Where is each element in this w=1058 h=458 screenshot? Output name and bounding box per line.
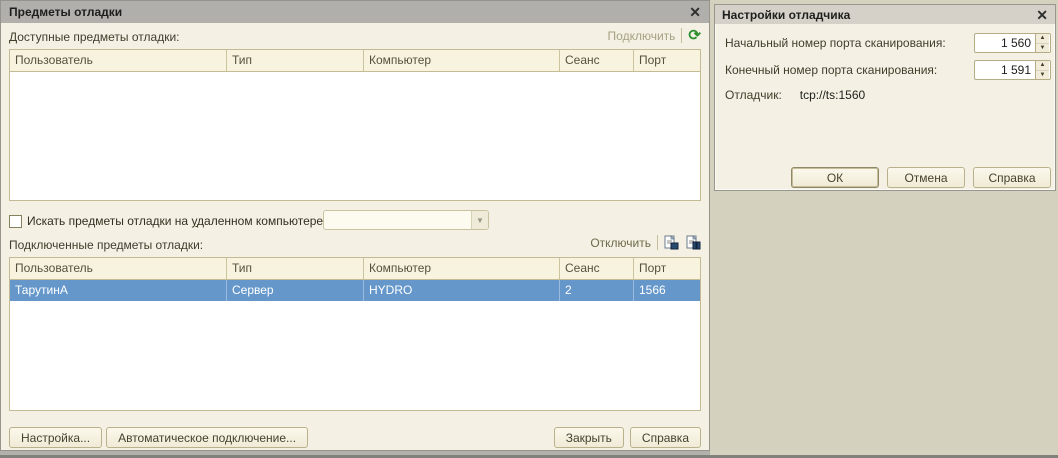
remote-label-pre: Искать предметы отладки на <box>27 214 191 228</box>
column-header-port: Порт <box>634 50 700 71</box>
close-button[interactable]: Закрыть <box>554 427 624 448</box>
start-port-spinner: ▲ ▼ <box>974 33 1051 53</box>
end-port-row: Конечный номер порта сканирования: ▲ ▼ <box>725 60 1051 80</box>
column-header-type: Тип <box>227 258 364 279</box>
debug-items-client-area: Доступные предметы отладки: Подключить ⟳… <box>1 23 709 450</box>
dialog-button-row: ОК Отмена Справка <box>791 167 1051 188</box>
dialog-title: Настройки отладчика <box>722 8 850 22</box>
dialog-client-area: Начальный номер порта сканирования: ▲ ▼ … <box>715 24 1055 188</box>
debug-items-titlebar: Предметы отладки ✕ <box>1 1 709 23</box>
connected-items-table: Пользователь Тип Компьютер Сеанс Порт Та… <box>9 257 701 411</box>
cell-user: ТарутинА <box>10 280 227 301</box>
toolbar-separator <box>657 235 658 250</box>
help-button[interactable]: Справка <box>973 167 1051 188</box>
end-port-label: Конечный номер порта сканирования: <box>725 63 937 77</box>
toolbar-separator <box>681 28 682 43</box>
start-port-label: Начальный номер порта сканирования: <box>725 36 946 50</box>
close-icon[interactable]: ✕ <box>1036 8 1048 22</box>
available-table-header: Пользователь Тип Компьютер Сеанс Порт <box>10 50 700 72</box>
debugger-settings-dialog: Настройки отладчика ✕ Начальный номер по… <box>714 4 1056 191</box>
start-port-input[interactable] <box>975 34 1035 52</box>
settings-button[interactable]: Настройка... <box>9 427 102 448</box>
toolbar-icons <box>664 235 701 250</box>
connected-table-header: Пользователь Тип Компьютер Сеанс Порт <box>10 258 700 280</box>
refresh-icon[interactable]: ⟳ <box>688 28 701 43</box>
document-icon[interactable] <box>664 235 679 250</box>
auto-connect-button[interactable]: Автоматическое подключение... <box>106 427 308 448</box>
spin-down-icon[interactable]: ▼ <box>1036 71 1049 80</box>
remote-search-label: Искать предметы отладки на удаленном ком… <box>27 214 326 228</box>
column-header-computer: Компьютер <box>364 50 560 71</box>
column-header-session: Сеанс <box>560 50 634 71</box>
table-row[interactable]: ТарутинА Сервер HYDRO 2 1566 <box>10 280 700 301</box>
cancel-button[interactable]: Отмена <box>887 167 965 188</box>
connected-items-label: Подключенные предметы отладки: <box>9 238 203 252</box>
available-items-table: Пользователь Тип Компьютер Сеанс Порт <box>9 49 701 201</box>
column-header-user: Пользователь <box>10 258 227 279</box>
end-port-stepper: ▲ ▼ <box>1035 61 1049 79</box>
spin-down-icon[interactable]: ▼ <box>1036 44 1049 53</box>
close-icon[interactable]: ✕ <box>689 5 701 19</box>
remote-search-row: Искать предметы отладки на удаленном ком… <box>9 211 326 231</box>
debugger-label: Отладчик: <box>725 88 782 102</box>
help-button[interactable]: Справка <box>630 427 701 448</box>
available-items-toolbar: Подключить ⟳ <box>608 28 701 43</box>
column-header-type: Тип <box>227 50 364 71</box>
document-columns-icon[interactable] <box>686 235 701 250</box>
start-port-row: Начальный номер порта сканирования: ▲ ▼ <box>725 33 1051 53</box>
cell-session: 2 <box>560 280 634 301</box>
available-items-label: Доступные предметы отладки: <box>9 30 180 44</box>
bottom-button-row: Настройка... Автоматическое подключение.… <box>9 427 701 448</box>
end-port-spinner: ▲ ▼ <box>974 60 1051 80</box>
spin-up-icon[interactable]: ▲ <box>1036 61 1049 71</box>
start-port-stepper: ▲ ▼ <box>1035 34 1049 52</box>
remote-label-post: даленном компьютере: <box>197 214 326 228</box>
cell-computer: HYDRO <box>364 280 560 301</box>
chevron-down-icon[interactable]: ▼ <box>471 211 488 229</box>
window-title: Предметы отладки <box>9 5 122 19</box>
remote-computer-combobox[interactable]: ▼ <box>323 210 489 230</box>
cell-type: Сервер <box>227 280 364 301</box>
spin-up-icon[interactable]: ▲ <box>1036 34 1049 44</box>
column-header-user: Пользователь <box>10 50 227 71</box>
column-header-computer: Компьютер <box>364 258 560 279</box>
end-port-input[interactable] <box>975 61 1035 79</box>
connect-link[interactable]: Подключить <box>608 29 676 43</box>
debugger-url-row: Отладчик: tcp://ts:1560 <box>725 88 865 102</box>
disconnect-link[interactable]: Отключить <box>590 236 651 250</box>
remote-search-checkbox[interactable] <box>9 215 22 228</box>
ok-button[interactable]: ОК <box>791 167 879 188</box>
debugger-settings-titlebar: Настройки отладчика ✕ <box>715 5 1055 24</box>
cell-port: 1566 <box>634 280 700 301</box>
debug-items-window: Предметы отладки ✕ Доступные предметы от… <box>0 0 710 451</box>
column-header-port: Порт <box>634 258 700 279</box>
debugger-url-value: tcp://ts:1560 <box>800 88 865 102</box>
column-header-session: Сеанс <box>560 258 634 279</box>
connected-items-toolbar: Отключить <box>590 235 701 250</box>
